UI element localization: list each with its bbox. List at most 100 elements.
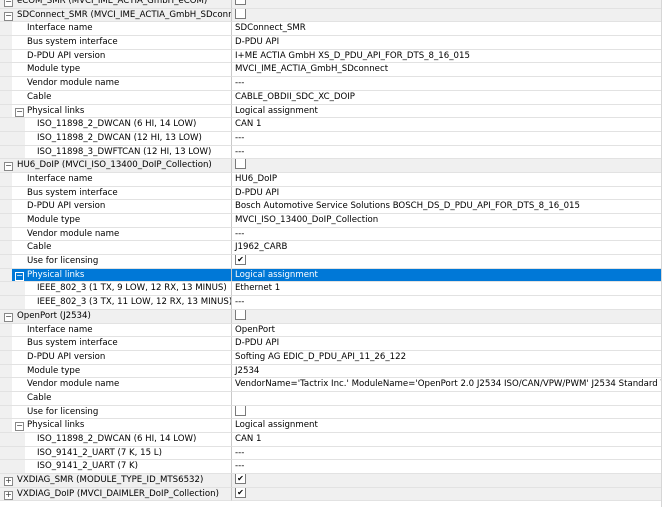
property-row[interactable]: D-PDU API version Softing AG EDIC_D_PDU_A…	[0, 350, 662, 365]
plus-icon[interactable]: +	[4, 477, 13, 487]
physical-link-row[interactable]: ISO_11898_2_DWCAN (6 HI, 14 LOW) CAN 1	[0, 118, 662, 132]
row-label: Interface name	[27, 173, 93, 184]
property-row[interactable]: Cable J1962_CARB	[0, 241, 662, 256]
checkbox-icon[interactable]	[235, 487, 246, 498]
value-cell	[232, 0, 662, 9]
property-row[interactable]: Module type MVCI_ISO_13400_DoIP_Collectio…	[0, 214, 662, 228]
row-label: Bus system interface	[27, 37, 118, 48]
row-label: Module type	[27, 64, 81, 75]
property-row[interactable]: D-PDU API version Bosch Automotive Servic…	[0, 200, 662, 214]
interface-group-row[interactable]: − SDConnect_SMR (MVCI_IME_ACTIA_GmbH_SDco…	[0, 8, 662, 23]
physical-links-row[interactable]: − Physical links Logical assignment	[0, 268, 662, 283]
value-cell[interactable]: Softing AG EDIC_D_PDU_API_11_26_122	[232, 351, 662, 365]
value-cell[interactable]: D-PDU API	[232, 187, 662, 201]
checkbox-icon[interactable]	[235, 0, 246, 5]
value-cell[interactable]: ---	[232, 77, 662, 91]
property-row[interactable]: Interface name OpenPort	[0, 323, 662, 338]
value-cell[interactable]: OpenPort	[232, 324, 662, 338]
physical-link-row[interactable]: ISO_9141_2_UART (7 K) ---	[0, 460, 662, 475]
property-row[interactable]: Use for licensing	[0, 255, 662, 269]
value-cell[interactable]: ---	[232, 447, 662, 461]
indent-gutter	[0, 77, 12, 90]
checkbox-icon[interactable]	[235, 255, 246, 266]
property-row[interactable]: Cable CABLE_OBDII_SDC_XC_DOIP	[0, 90, 662, 105]
indent-gutter	[0, 104, 12, 118]
value-cell[interactable]	[232, 255, 662, 269]
value-cell[interactable]	[232, 392, 662, 406]
value-cell[interactable]: MVCI_ISO_13400_DoIP_Collection	[232, 214, 662, 228]
value-cell[interactable]: HU6_DoIP	[232, 173, 662, 187]
property-row[interactable]: Bus system interface D-PDU API	[0, 36, 662, 50]
value-cell[interactable]: ---	[232, 460, 662, 475]
physical-link-row[interactable]: ISO_9141_2_UART (7 K, 15 L) ---	[0, 446, 662, 461]
value-cell[interactable]: VendorName='Tactrix Inc.' ModuleName='Op…	[232, 378, 662, 392]
property-row[interactable]: Use for licensing	[0, 405, 662, 420]
name-cell: IEEE_802_3 (3 TX, 11 LOW, 12 RX, 13 MINU…	[0, 296, 232, 310]
row-label: Bus system interface	[27, 338, 118, 349]
value-cell[interactable]	[232, 405, 662, 420]
plus-icon[interactable]: +	[4, 490, 13, 500]
interface-group-row[interactable]: − HU6_DoIP (MVCI_ISO_13400_DoIP_Collectio…	[0, 159, 662, 173]
property-row[interactable]: Cable	[0, 391, 662, 406]
name-cell: Use for licensing	[0, 405, 232, 420]
value-cell[interactable]: J1962_CARB	[232, 241, 662, 256]
checkbox-icon[interactable]	[235, 309, 246, 320]
name-cell: Vendor module name	[0, 227, 232, 242]
property-row[interactable]: Bus system interface D-PDU API	[0, 337, 662, 351]
physical-link-row[interactable]: ISO_11898_3_DWFTCAN (12 HI, 13 LOW) ---	[0, 145, 662, 160]
checkbox-icon[interactable]	[235, 405, 246, 416]
minus-icon[interactable]: −	[4, 11, 13, 21]
interface-group-row[interactable]: − eCOM_SMR (MVCI_IME_ACTIA_GmbH_eCOM)	[0, 0, 662, 9]
minus-icon[interactable]: −	[15, 422, 24, 432]
interface-group-row[interactable]: − OpenPort (J2534)	[0, 309, 662, 324]
property-row[interactable]: Interface name SDConnect_SMR	[0, 22, 662, 37]
minus-icon[interactable]: −	[4, 162, 13, 172]
minus-icon[interactable]: −	[4, 0, 13, 7]
physical-link-row[interactable]: ISO_11898_2_DWCAN (6 HI, 14 LOW) CAN 1	[0, 433, 662, 447]
minus-icon[interactable]: −	[15, 271, 24, 281]
value-cell[interactable]: MVCI_IME_ACTIA_GmbH_SDconnect	[232, 63, 662, 78]
physical-link-row[interactable]: ISO_11898_2_DWCAN (12 HI, 13 LOW) ---	[0, 131, 662, 146]
name-cell: ISO_11898_3_DWFTCAN (12 HI, 13 LOW)	[0, 145, 232, 160]
value-cell[interactable]: I+ME ACTIA GmbH XS_D_PDU_API_FOR_DTS_8_1…	[232, 50, 662, 64]
value-cell[interactable]: J2534	[232, 365, 662, 379]
value-cell[interactable]: CABLE_OBDII_SDC_XC_DOIP	[232, 91, 662, 105]
property-row[interactable]: Vendor module name VendorName='Tactrix In…	[0, 378, 662, 392]
physical-link-row[interactable]: IEEE_802_3 (3 TX, 11 LOW, 12 RX, 13 MINU…	[0, 296, 662, 310]
property-row[interactable]: Module type MVCI_IME_ACTIA_GmbH_SDconnect	[0, 63, 662, 78]
property-row[interactable]: D-PDU API version I+ME ACTIA GmbH XS_D_PD…	[0, 49, 662, 64]
value-cell[interactable]: ---	[232, 132, 662, 146]
value-cell[interactable]: CAN 1	[232, 118, 662, 132]
value-cell[interactable]: D-PDU API	[232, 36, 662, 50]
value-cell[interactable]: ---	[232, 146, 662, 160]
value-cell[interactable]: D-PDU API	[232, 337, 662, 351]
value-cell[interactable]: ---	[232, 296, 662, 310]
checkbox-icon[interactable]	[235, 8, 246, 19]
row-label: eCOM_SMR (MVCI_IME_ACTIA_GmbH_eCOM)	[17, 0, 208, 6]
value-cell[interactable]: Bosch Automotive Service Solutions BOSCH…	[232, 200, 662, 214]
physical-link-row[interactable]: IEEE_802_3 (1 TX, 9 LOW, 12 RX, 13 MINUS…	[0, 282, 662, 297]
name-cell: Module type	[0, 364, 232, 379]
row-label: Cable	[27, 91, 52, 102]
minus-icon[interactable]: −	[4, 312, 13, 322]
value-cell[interactable]: ---	[232, 228, 662, 242]
property-row[interactable]: Interface name HU6_DoIP	[0, 172, 662, 187]
minus-icon[interactable]: −	[15, 107, 24, 117]
checkbox-icon[interactable]	[235, 159, 246, 170]
physical-links-row[interactable]: − Physical links Logical assignment	[0, 419, 662, 433]
value-cell	[232, 159, 662, 173]
property-row[interactable]: Vendor module name ---	[0, 77, 662, 91]
property-row[interactable]: Module type J2534	[0, 364, 662, 379]
row-label: ISO_11898_2_DWCAN (6 HI, 14 LOW)	[37, 119, 197, 130]
property-grid: − eCOM_SMR (MVCI_IME_ACTIA_GmbH_eCOM) − SDC…	[0, 0, 662, 507]
value-cell[interactable]: SDConnect_SMR	[232, 22, 662, 37]
property-row[interactable]: Bus system interface D-PDU API	[0, 186, 662, 201]
interface-group-row[interactable]: + VXDIAG_SMR (MODULE_TYPE_ID_MTS6532)	[0, 474, 662, 488]
interface-group-row[interactable]: + VXDIAG_DoIP (MVCI_DAIMLER_DoIP_Collecti…	[0, 487, 662, 502]
physical-links-row[interactable]: − Physical links Logical assignment	[0, 104, 662, 119]
property-value: CAN 1	[235, 434, 262, 444]
value-cell[interactable]: Ethernet 1	[232, 282, 662, 297]
value-cell[interactable]: CAN 1	[232, 433, 662, 447]
checkbox-icon[interactable]	[235, 474, 246, 485]
property-row[interactable]: Vendor module name ---	[0, 227, 662, 242]
